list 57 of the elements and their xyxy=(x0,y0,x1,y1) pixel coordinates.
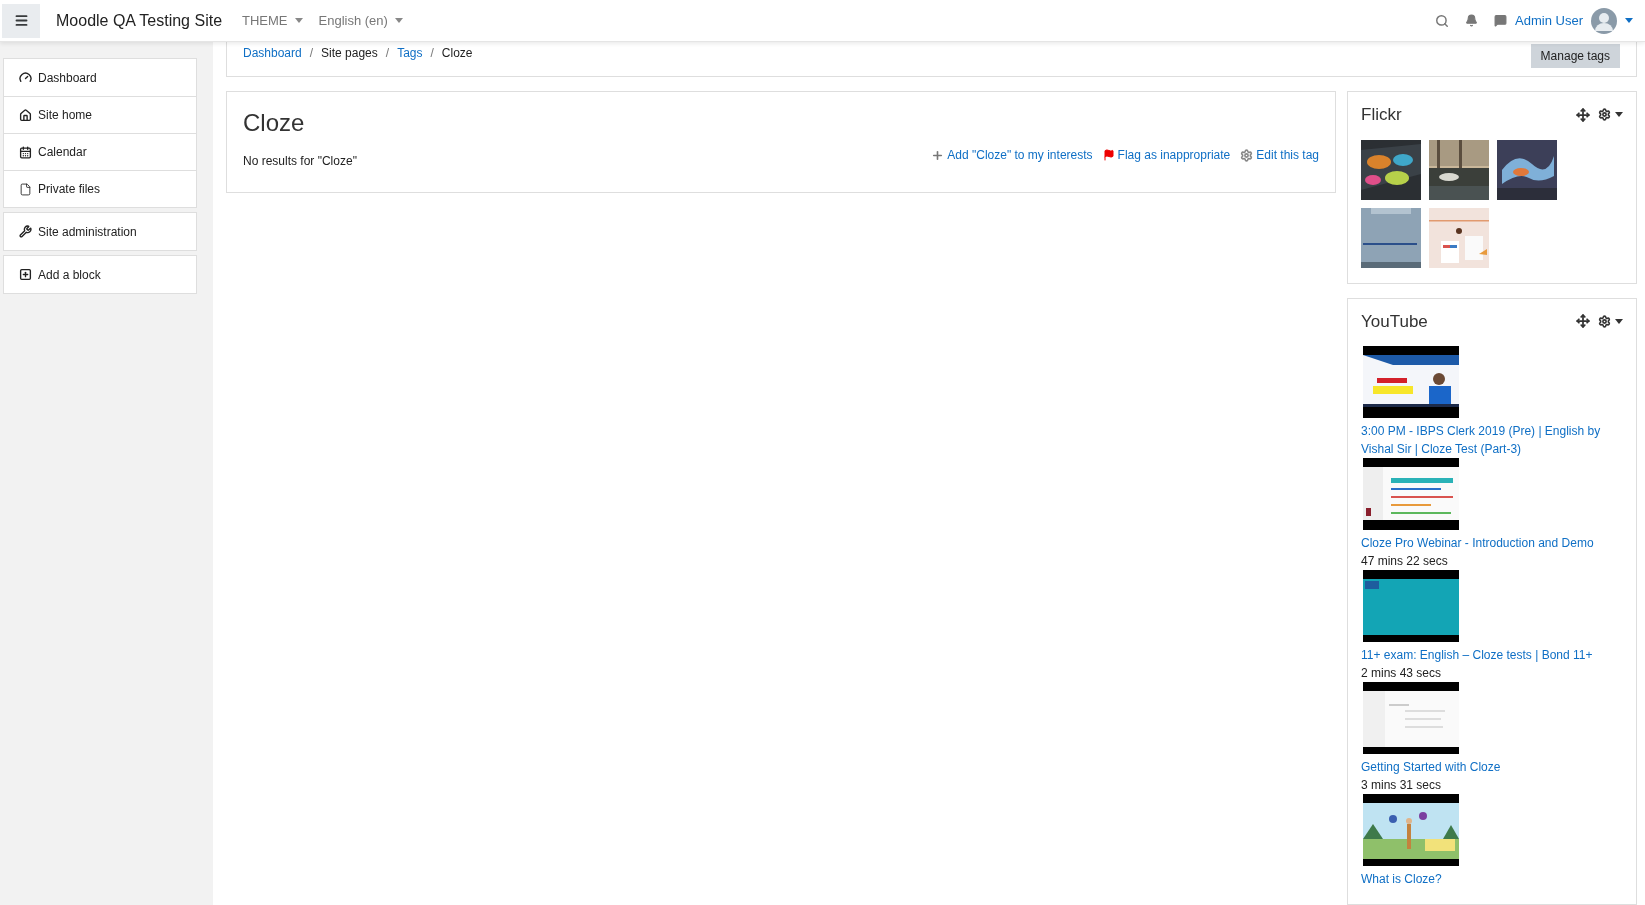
breadcrumb-link[interactable]: Tags xyxy=(397,44,423,62)
sidebar-item[interactable]: Add a block xyxy=(4,256,196,293)
breadcrumb-item: Cloze xyxy=(441,45,473,62)
page-title: Cloze xyxy=(243,108,306,138)
video-duration: 3 mins 31 secs xyxy=(1361,777,1443,794)
move-icon[interactable] xyxy=(1576,314,1590,329)
settings-icon xyxy=(1240,148,1254,162)
caret-icon xyxy=(1615,112,1623,118)
breadcrumb-separator: / xyxy=(430,45,434,62)
block-title: YouTube xyxy=(1361,310,1428,333)
tag-action-link[interactable]: Edit this tag xyxy=(1240,146,1319,164)
video-link[interactable]: Cloze Pro Webinar - Introduction and Demo xyxy=(1361,534,1623,552)
breadcrumb-item: Site pages xyxy=(321,45,378,62)
move-icon[interactable] xyxy=(1576,107,1590,122)
sidebar-item[interactable]: Site home xyxy=(4,96,196,133)
video-duration: 2 mins 43 secs xyxy=(1361,665,1443,682)
settings-icon[interactable] xyxy=(1598,314,1611,328)
breadcrumb-separator: / xyxy=(309,45,314,62)
no-results-message: No results for "Cloze" xyxy=(243,153,357,170)
message-icon[interactable] xyxy=(1494,14,1508,27)
search-icon[interactable] xyxy=(1435,13,1450,28)
caret-icon xyxy=(294,18,303,23)
notification-icon[interactable] xyxy=(1465,14,1479,27)
video-link[interactable]: 3:00 PM - IBPS Clerk 2019 (Pre) | English by Vishal Sir | Cloze Test (Part-3) xyxy=(1361,422,1623,458)
avatar-icon[interactable] xyxy=(1591,7,1617,34)
calendar-icon xyxy=(19,145,32,159)
breadcrumb-link[interactable]: Dashboard xyxy=(243,44,302,62)
manage-tags-button[interactable]: Manage tags xyxy=(1530,44,1620,68)
sidebar-item[interactable]: Calendar xyxy=(4,133,196,170)
site-name[interactable]: Moodle QA Testing Site xyxy=(56,8,223,33)
video-duration: 47 mins 22 secs xyxy=(1361,553,1449,570)
settings-icon[interactable] xyxy=(1598,108,1611,122)
menu-button[interactable] xyxy=(2,3,40,38)
caret-icon xyxy=(1615,318,1623,324)
tag-action-link[interactable]: Flag as inappropriate xyxy=(1102,146,1231,164)
menu-icon xyxy=(13,13,29,28)
plus-icon xyxy=(931,148,945,162)
block-title: Flickr xyxy=(1361,104,1402,126)
breadcrumb-separator: / xyxy=(385,45,390,62)
video-link[interactable]: Getting Started with Cloze xyxy=(1361,758,1623,776)
file-icon xyxy=(19,182,32,196)
wrench-icon xyxy=(19,225,32,238)
tag-action-link[interactable]: Add "Cloze" to my interests xyxy=(931,146,1093,164)
dropdown-menu[interactable]: English (en) xyxy=(318,10,403,31)
dropdown-menu[interactable]: THEME xyxy=(242,10,303,31)
sidebar-item[interactable]: Site administration xyxy=(4,213,196,250)
caret-icon xyxy=(394,18,403,23)
caret-icon xyxy=(1625,18,1633,23)
video-link[interactable]: 11+ exam: English – Cloze tests | Bond 11+ xyxy=(1361,646,1623,664)
plus-square-icon xyxy=(19,268,32,281)
sidebar-item[interactable]: Private files xyxy=(4,170,196,207)
user-name[interactable]: Admin User xyxy=(1515,10,1583,31)
gauge-icon xyxy=(19,71,32,84)
flag-icon xyxy=(1102,149,1115,161)
home-icon xyxy=(19,108,32,122)
sidebar-item[interactable]: Dashboard xyxy=(4,59,196,96)
video-link[interactable]: What is Cloze? xyxy=(1361,870,1623,888)
